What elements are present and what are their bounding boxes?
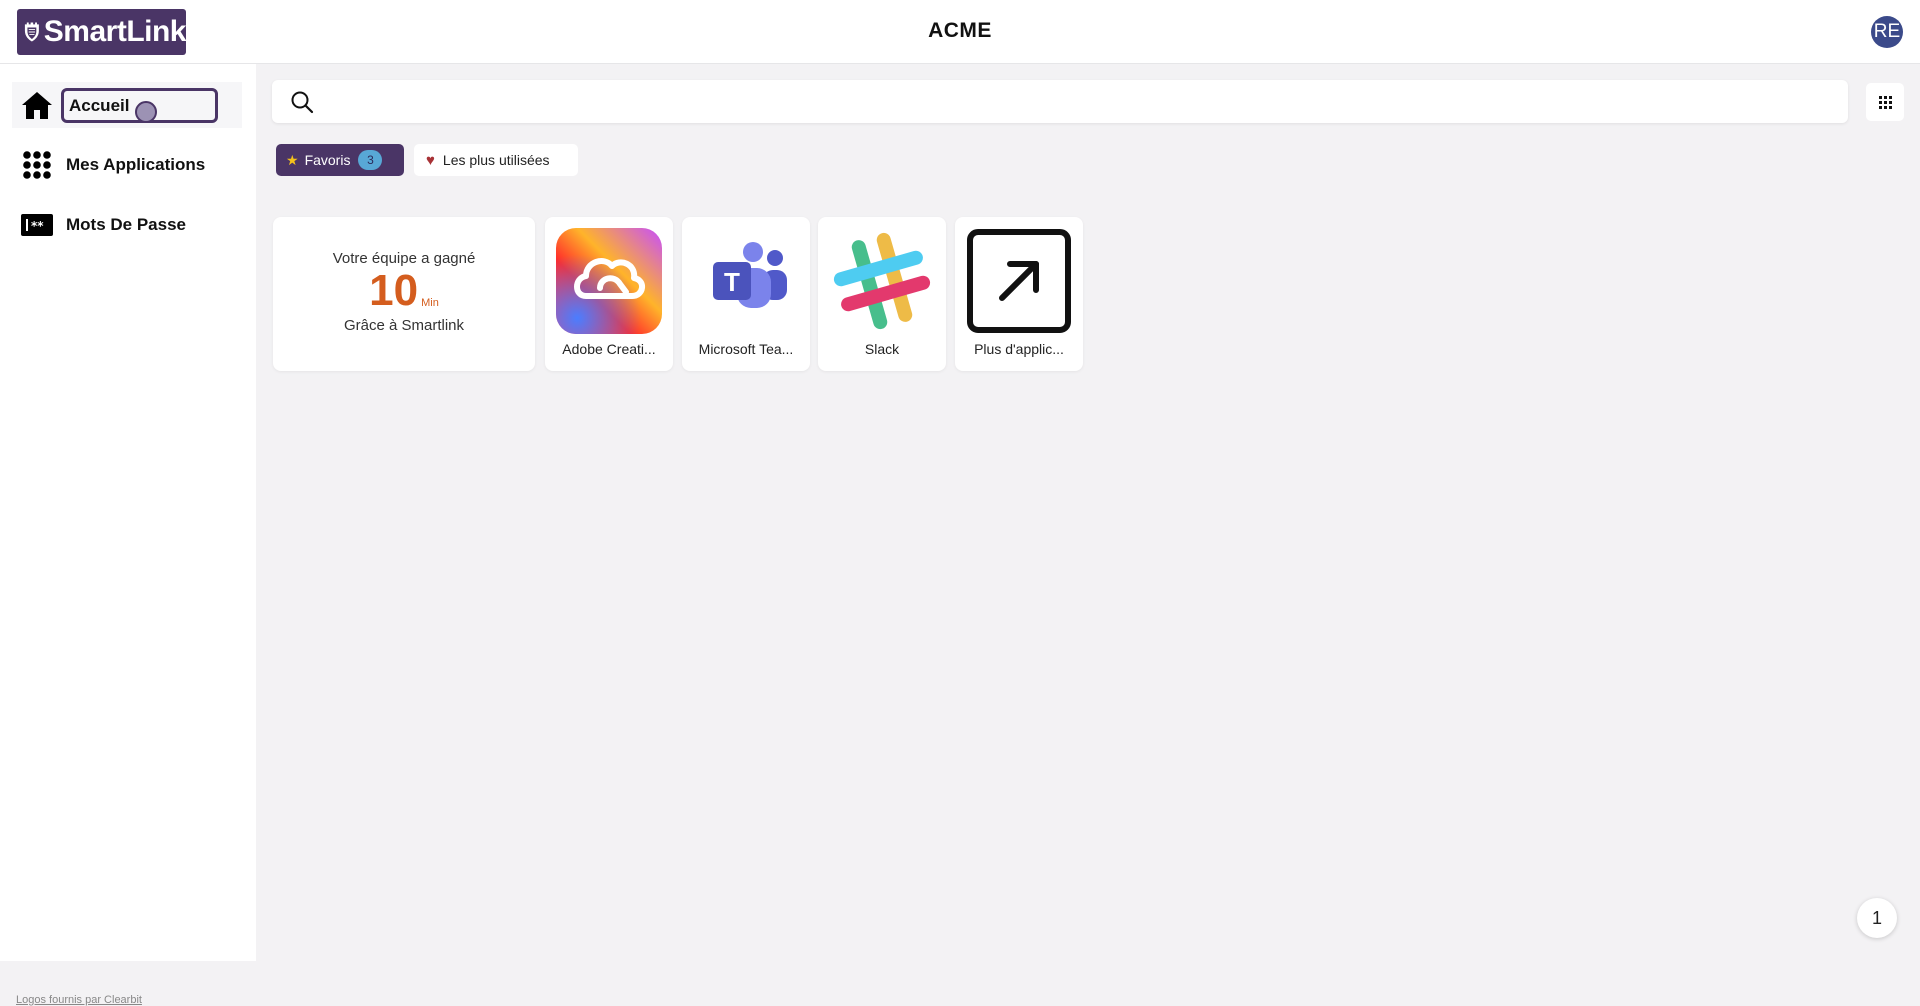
microsoft-teams-icon: T xyxy=(713,242,787,308)
app-name: Adobe Creati... xyxy=(562,341,656,357)
app-title: ACME xyxy=(928,19,992,42)
favorites-label: Favoris xyxy=(304,152,351,168)
app-name: Slack xyxy=(864,341,900,357)
heart-icon: ♥ xyxy=(426,151,435,169)
app-tile-slack[interactable]: Slack xyxy=(818,217,946,371)
notification-badge[interactable]: 1 xyxy=(1857,898,1897,938)
toggle-indicator[interactable] xyxy=(135,100,157,123)
star-icon: ★ xyxy=(286,151,299,168)
stat-number: 10 xyxy=(369,266,419,315)
top-header: SmartLink ACME RE xyxy=(0,0,1920,64)
sidebar-item-label: Mes Applications xyxy=(66,155,206,174)
grid-view-button[interactable] xyxy=(1866,83,1904,121)
favorites-count-badge: 3 xyxy=(358,150,383,170)
svg-text:T: T xyxy=(724,267,740,297)
app-name: Plus d'applic... xyxy=(974,341,1064,357)
app-name: Microsoft Tea... xyxy=(698,341,794,357)
most-used-label: Les plus utilisées xyxy=(442,152,550,168)
app-tile-adobe[interactable]: Adobe Creati... xyxy=(545,217,673,371)
sidebar-item-label: Mots De Passe xyxy=(66,215,186,234)
sidebar-item-label: Accueil xyxy=(61,87,218,123)
password-icon: ** xyxy=(20,208,54,242)
time-saved-card: Votre équipe a gagné 10 Min Grâce à Smar… xyxy=(273,217,535,371)
grid-view-icon xyxy=(1878,95,1892,109)
apps-grid-icon xyxy=(20,148,54,182)
clearbit-credit-link[interactable]: Logos fournis par Clearbit xyxy=(16,994,142,1006)
svg-text:**: ** xyxy=(31,219,44,233)
app-tile-more-apps[interactable]: Plus d'applic... xyxy=(955,217,1083,371)
sidebar-item-mots-de-passe[interactable]: ** Mots De Passe xyxy=(12,202,242,248)
most-used-filter-chip[interactable]: ♥ Les plus utilisées xyxy=(414,144,578,176)
stat-value: 10 Min xyxy=(273,266,535,315)
search-icon xyxy=(291,91,314,114)
external-link-icon xyxy=(967,229,1071,333)
search-bar[interactable] xyxy=(272,80,1848,123)
home-icon xyxy=(20,88,54,122)
sidebar-item-accueil[interactable]: Accueil xyxy=(12,82,242,128)
favorites-filter-chip[interactable]: ★ Favoris 3 xyxy=(276,144,404,176)
sidebar-item-mes-applications[interactable]: Mes Applications xyxy=(12,142,242,188)
adobe-creative-cloud-icon xyxy=(556,228,662,334)
stat-caption: Votre équipe a gagné xyxy=(332,250,476,267)
user-avatar[interactable]: RE xyxy=(1871,16,1903,48)
sidebar: Accueil Mes Applications ** Mots De Pass… xyxy=(0,64,256,1006)
slack-icon xyxy=(833,232,931,330)
stat-subcaption: Grâce à Smartlink xyxy=(343,317,465,334)
search-input[interactable] xyxy=(330,86,1834,118)
app-tile-microsoft-teams[interactable]: T Microsoft Tea... xyxy=(682,217,810,371)
stat-unit: Min xyxy=(421,297,439,309)
